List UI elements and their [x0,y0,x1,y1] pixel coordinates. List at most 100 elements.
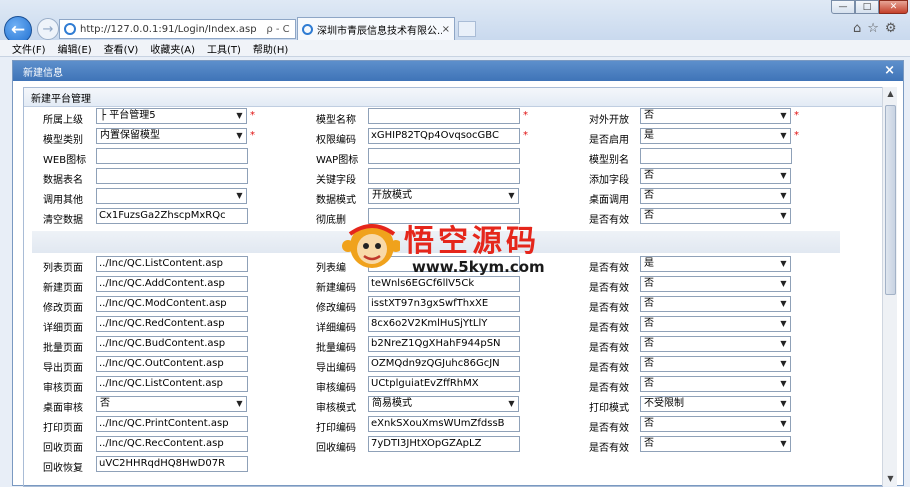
field-label: 添加字段 [589,175,629,186]
permission-code-input[interactable]: xGHIP82TQp4OvqsocGBC [368,128,520,144]
scroll-down-icon[interactable]: ▼ [883,472,898,486]
chevron-down-icon: ▼ [236,191,243,200]
field-label: 桌面调用 [589,195,629,206]
model-name-input[interactable] [368,108,520,124]
batch-code-input[interactable]: b2NreZ1QgXHahF944pSN [368,336,520,352]
audit-code-input[interactable]: UCtplguiatEvZffRhMX [368,376,520,392]
dialog-close-icon[interactable]: × [884,63,895,78]
chevron-down-icon: ▼ [780,299,787,308]
menu-bar: 文件(F) 编辑(E) 查看(V) 收藏夹(A) 工具(T) 帮助(H) [0,40,910,57]
audit-mode-select[interactable]: 简易模式 ▼ [368,396,519,412]
print-code-input[interactable]: eXnkSXouXmsWUmZfdssB [368,416,520,432]
valid-select[interactable]: 否 ▼ [640,296,791,312]
field-label: 回收恢复 [43,463,83,474]
data-mode-select[interactable]: 开放模式 ▼ [368,188,519,204]
panel-title: 新建平台管理 [24,88,882,107]
chevron-down-icon: ▼ [780,111,787,120]
valid-select[interactable]: 否 ▼ [640,416,791,432]
chevron-down-icon: ▼ [780,171,787,180]
address-bar[interactable]: http://127.0.0.1:91/Login/Index.asp ρ - … [59,19,296,39]
address-url[interactable]: http://127.0.0.1:91/Login/Index.asp [80,24,261,35]
parent-select[interactable]: ├ 平台管理5 ▼ [96,108,247,124]
window-close-button[interactable]: ✕ [879,0,908,14]
field-label: WEB图标 [43,155,87,166]
form-row: 回收页面 ../Inc/QC.RecContent.asp 回收编码 7yDTI… [24,436,882,456]
search-refresh-controls[interactable]: ρ - C [261,24,295,35]
list-page-input[interactable]: ../Inc/QC.ListContent.asp [96,256,248,272]
valid-select[interactable]: 否 ▼ [640,436,791,452]
enabled-select[interactable]: 是 ▼ [640,128,791,144]
export-page-input[interactable]: ../Inc/QC.OutContent.asp [96,356,248,372]
field-label: 模型名称 [316,115,356,126]
watermark: 悟空源码 www.5kym.com [342,212,602,282]
call-other-select[interactable]: ▼ [96,188,247,204]
menu-file[interactable]: 文件(F) [12,41,46,56]
modify-code-input[interactable]: isstXT97n3gxSwfThxXE [368,296,520,312]
menu-edit[interactable]: 编辑(E) [58,41,92,56]
print-page-input[interactable]: ../Inc/QC.PrintContent.asp [96,416,248,432]
detail-code-input[interactable]: 8cx6o2V2KmlHuSjYtLlY [368,316,520,332]
scroll-thumb[interactable] [885,105,896,295]
home-icon[interactable]: ⌂ [853,21,861,36]
model-alias-input[interactable] [640,148,792,164]
minimize-button[interactable]: — [831,0,855,14]
detail-page-input[interactable]: ../Inc/QC.RedContent.asp [96,316,248,332]
valid-select[interactable]: 否 ▼ [640,356,791,372]
field-label: WAP图标 [316,155,359,166]
scroll-up-icon[interactable]: ▲ [883,87,898,101]
valid-select[interactable]: 否 ▼ [640,316,791,332]
maximize-button[interactable]: □ [855,0,879,14]
valid-select[interactable]: 否 ▼ [640,376,791,392]
field-label: 数据模式 [316,195,356,206]
field-label: 打印模式 [589,403,629,414]
menu-tools[interactable]: 工具(T) [207,41,241,56]
required-mark: * [523,130,528,141]
favorites-star-icon[interactable]: ☆ [867,21,879,36]
menu-favorites[interactable]: 收藏夹(A) [150,41,195,56]
form-row: 桌面审核 否 ▼ 审核模式 简易模式 ▼ 打印模式 不受限制 ▼ [24,396,882,416]
model-type-select[interactable]: 内置保留模型 ▼ [96,128,247,144]
audit-page-input[interactable]: ../Inc/QC.ListContent.asp [96,376,248,392]
web-icon-input[interactable] [96,148,248,164]
field-label: 导出编码 [316,363,356,374]
key-field-input[interactable] [368,168,520,184]
valid-select[interactable]: 否 ▼ [640,336,791,352]
browser-tab[interactable]: 深圳市青辰信息技术有限公... × [297,17,455,40]
batch-page-input[interactable]: ../Inc/QC.BudContent.asp [96,336,248,352]
recycle-code-input[interactable]: 7yDTI3JHtXOpGZApLZ [368,436,520,452]
field-label: 数据表名 [43,175,83,186]
field-label: 详细编码 [316,323,356,334]
new-info-dialog: 新建信息 × 新建平台管理 所属上级 ├ 平台管理5 ▼ * 模型名称 * 对外开… [12,60,904,487]
watermark-url: www.5kym.com [412,258,545,276]
export-code-input[interactable]: OZMQdn9zQGJuhc86GcJN [368,356,520,372]
chevron-down-icon: ▼ [780,339,787,348]
gear-icon[interactable]: ⚙ [885,21,897,36]
valid-select[interactable]: 否 ▼ [640,276,791,292]
recycle-restore-input[interactable]: uVC2HHRqdHQ8HwD07R [96,456,248,472]
tab-close-icon[interactable]: × [442,24,450,35]
field-label: 列表页面 [43,263,83,274]
desktop-call-select[interactable]: 否 ▼ [640,188,791,204]
add-field-select[interactable]: 否 ▼ [640,168,791,184]
new-tab-button[interactable] [458,21,476,37]
watermark-title: 悟空源码 [404,224,540,259]
modify-page-input[interactable]: ../Inc/QC.ModContent.asp [96,296,248,312]
chevron-down-icon: ▼ [780,191,787,200]
wap-icon-input[interactable] [368,148,520,164]
clear-data-input[interactable]: Cx1FuzsGa2ZhscpMxRQc [96,208,248,224]
menu-help[interactable]: 帮助(H) [253,41,288,56]
form-row: 回收恢复 uVC2HHRqdHQ8HwD07R [24,456,882,476]
valid-select[interactable]: 是 ▼ [640,256,791,272]
print-mode-select[interactable]: 不受限制 ▼ [640,396,791,412]
add-page-input[interactable]: ../Inc/QC.AddContent.asp [96,276,248,292]
recycle-page-input[interactable]: ../Inc/QC.RecContent.asp [96,436,248,452]
vertical-scrollbar[interactable]: ▲ ▼ [882,87,897,486]
field-label: 详细页面 [43,323,83,334]
menu-view[interactable]: 查看(V) [104,41,139,56]
open-select[interactable]: 否 ▼ [640,108,791,124]
valid-select[interactable]: 否 ▼ [640,208,791,224]
form-row: WEB图标 WAP图标 模型别名 [24,148,882,168]
table-name-input[interactable] [96,168,248,184]
forward-button[interactable]: → [37,18,59,40]
desktop-audit-select[interactable]: 否 ▼ [96,396,247,412]
